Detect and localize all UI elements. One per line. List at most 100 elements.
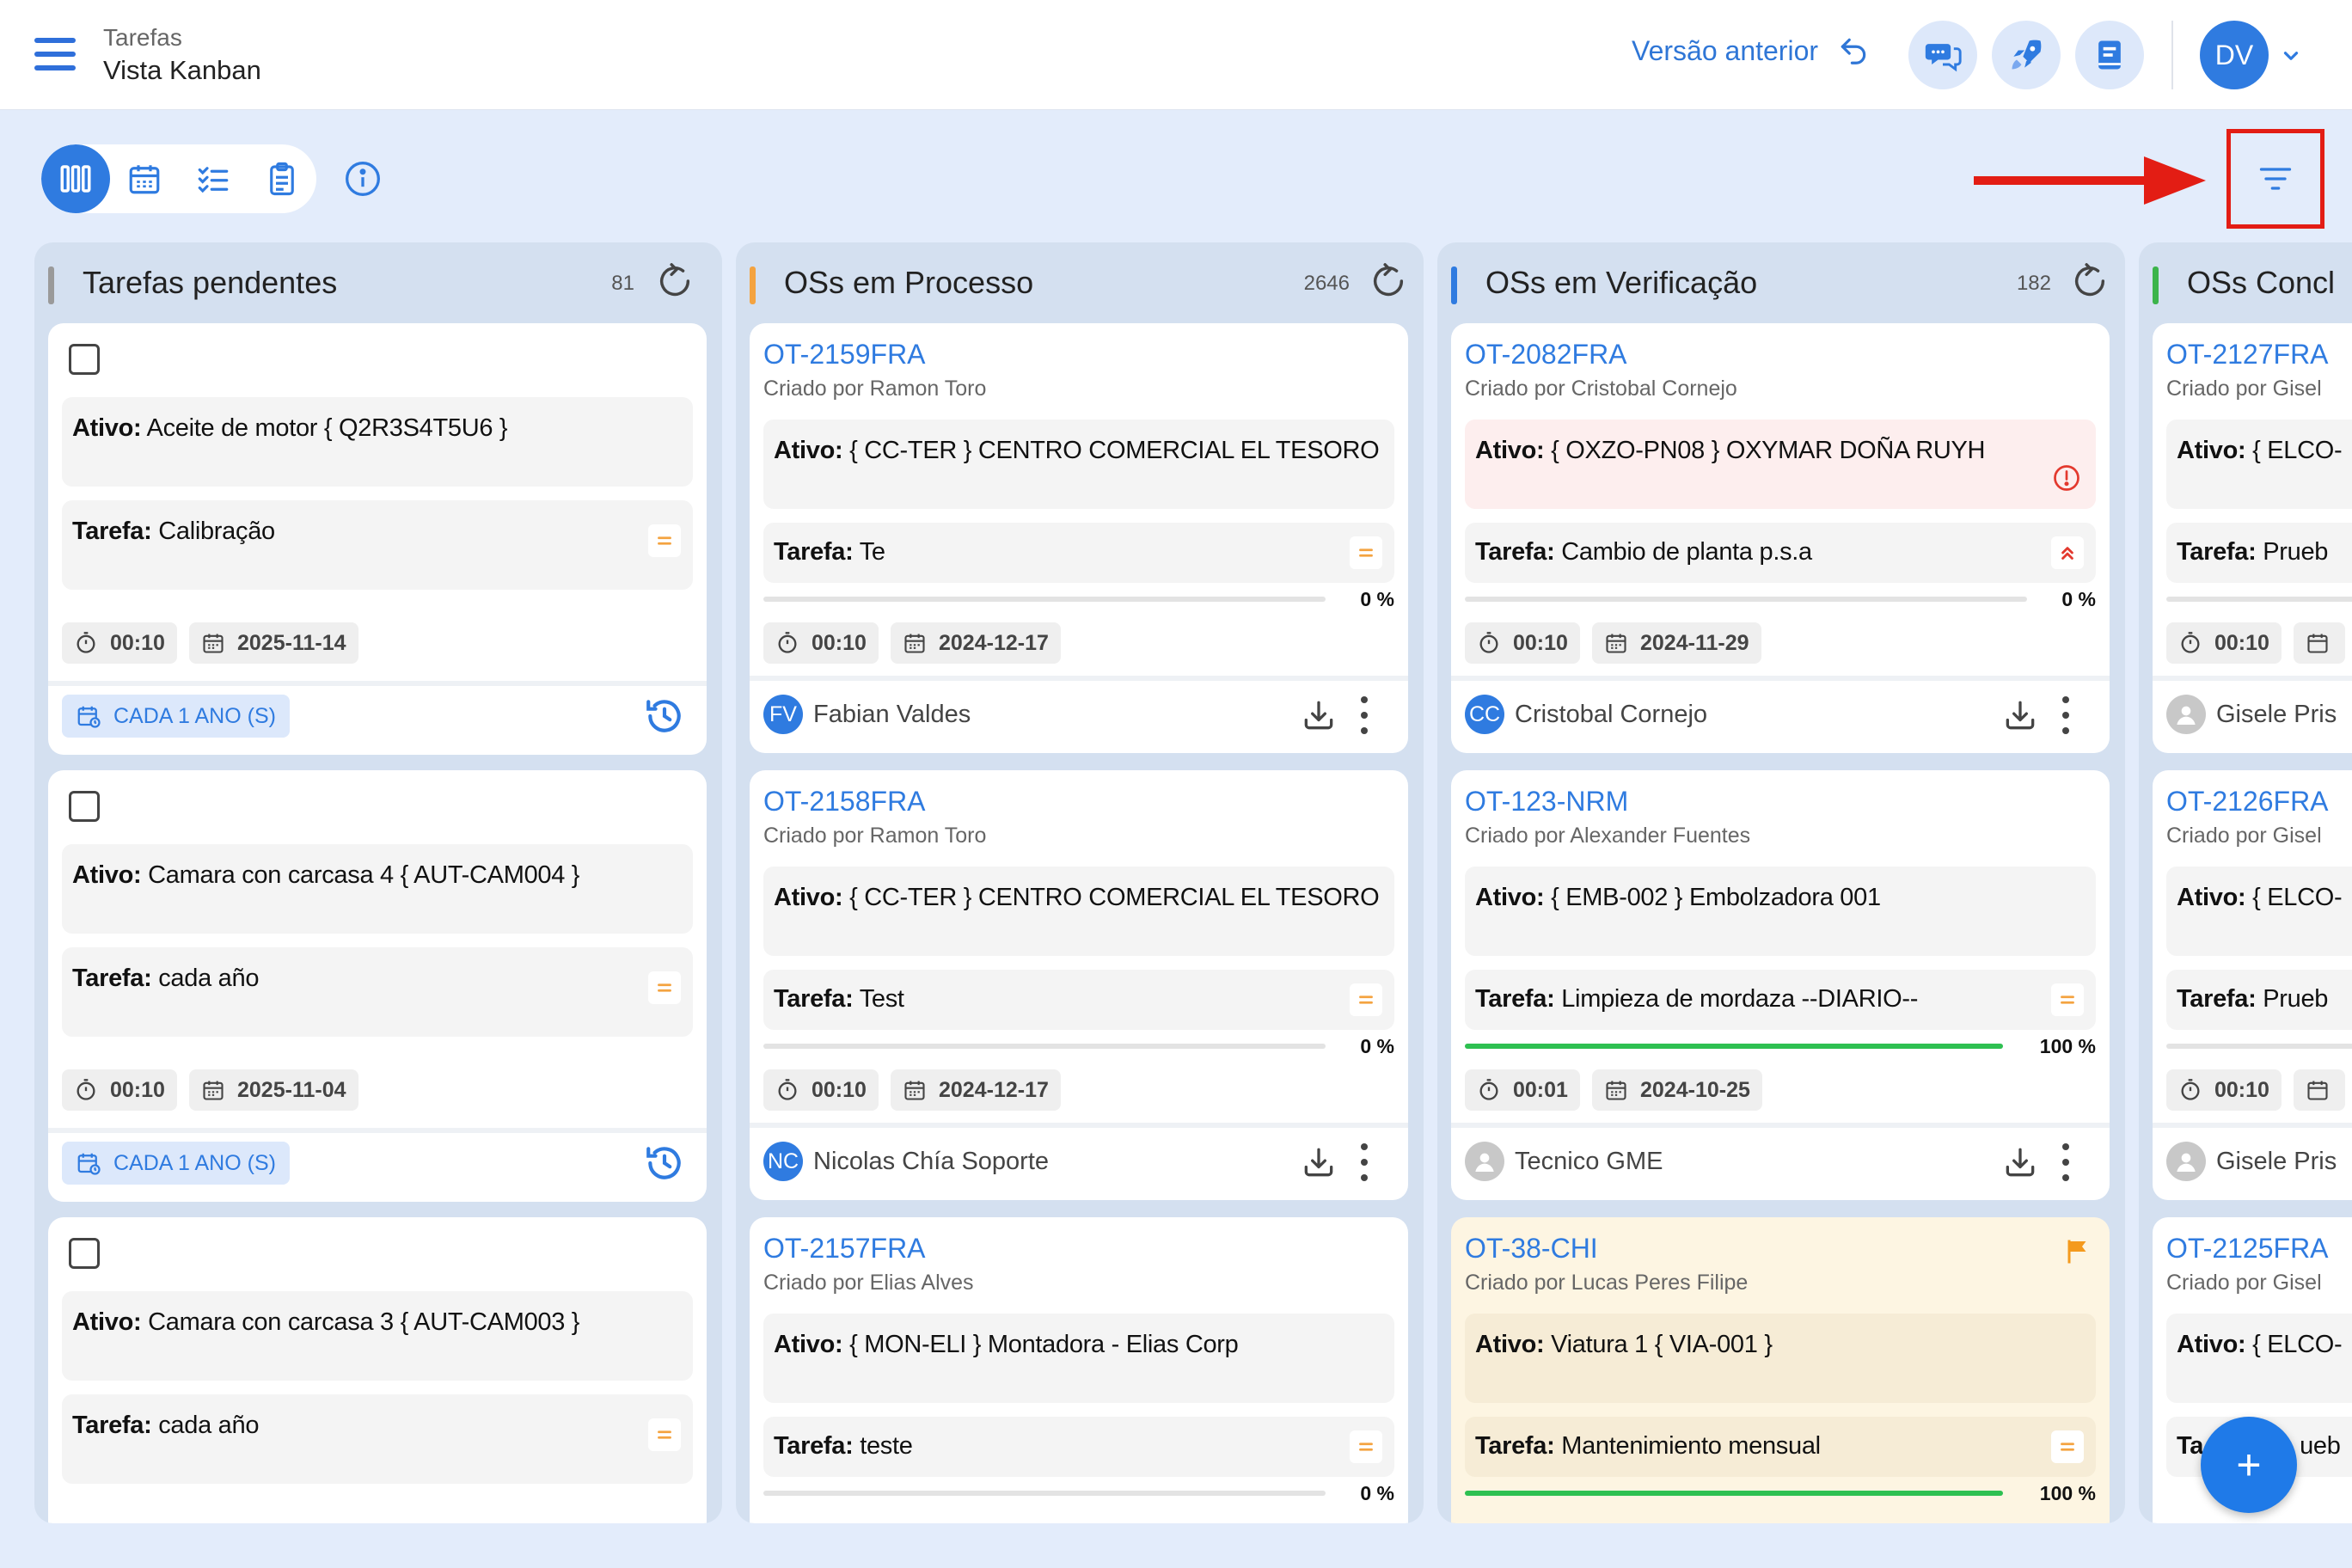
chevron-down-icon[interactable] [2280, 45, 2302, 67]
download-icon[interactable] [1300, 1143, 1338, 1181]
calendar-icon [1606, 634, 1626, 653]
work-order-card[interactable]: OT-2159FRA Criado por Ramon Toro Ativo: … [750, 323, 1408, 753]
documents-button[interactable] [2075, 21, 2144, 89]
work-order-card[interactable]: OT-2158FRA Criado por Ramon Toro Ativo: … [750, 770, 1408, 1200]
recurrence-badge[interactable]: CADA 1 ANO (S) [62, 695, 290, 738]
task-card[interactable]: Ativo: Camara con carcasa 3 { AUT-CAM003… [48, 1217, 707, 1523]
calendar-icon [904, 1081, 925, 1100]
stopwatch-icon [778, 1079, 797, 1100]
task-value: Te [859, 538, 885, 566]
stopwatch-icon [2181, 632, 2200, 653]
column-count: 182 [2016, 272, 2051, 295]
more-options-icon[interactable] [1358, 1143, 1370, 1181]
download-icon[interactable] [2001, 1143, 2039, 1181]
work-order-card[interactable]: OT-123-NRM Criado por Alexander Fuentes … [1451, 770, 2110, 1200]
asset-box: Ativo: Aceite de motor { Q2R3S4T5U6 } [62, 397, 693, 487]
asset-label: Ativo: [774, 884, 843, 911]
user-avatar[interactable]: DV [2200, 21, 2269, 89]
work-order-id[interactable]: OT-2158FRA [763, 786, 926, 818]
select-checkbox[interactable] [69, 344, 100, 375]
progress-fill [1465, 1044, 2003, 1049]
created-by: Criado por Gisel [2166, 377, 2322, 401]
date-chip: 2025-11-14 [189, 622, 358, 664]
work-order-id[interactable]: OT-2159FRA [763, 339, 926, 371]
work-order-card[interactable]: OT-2082FRA Criado por Cristobal Cornejo … [1451, 323, 2110, 753]
assignee: Gisele Pris [2166, 1142, 2337, 1181]
more-options-icon[interactable] [1358, 696, 1370, 734]
duration-chip: 00:10 [763, 622, 879, 664]
previous-version-button[interactable]: Versão anterior [1632, 34, 1870, 67]
column-pending-tasks: Tarefas pendentes 81 Ativo: Aceite de mo… [34, 242, 722, 1523]
work-order-card[interactable]: OT-2157FRA Criado por Elias Alves Ativo:… [750, 1217, 1408, 1523]
date-value: 2024-12-17 [939, 1077, 1049, 1102]
asset-value: { ELCO- [2252, 437, 2343, 464]
refresh-icon[interactable] [2070, 261, 2110, 301]
task-value: cada año [158, 965, 260, 992]
progress-bar [1465, 1491, 2003, 1496]
task-card[interactable]: Ativo: Aceite de motor { Q2R3S4T5U6 } Ta… [48, 323, 707, 755]
launch-button[interactable] [1992, 21, 2061, 89]
menu-icon[interactable] [34, 38, 76, 70]
priority-medium-icon [1350, 536, 1382, 569]
work-order-id[interactable]: OT-123-NRM [1465, 786, 1628, 818]
download-icon[interactable] [2001, 696, 2039, 734]
download-icon[interactable] [1300, 696, 1338, 734]
asset-value: { CC-TER } CENTRO COMERCIAL EL TESORO [849, 884, 1380, 911]
refresh-icon[interactable] [1369, 261, 1408, 301]
chat-support-button[interactable] [1908, 21, 1977, 89]
task-value: teste [860, 1432, 913, 1460]
select-checkbox[interactable] [69, 1238, 100, 1269]
select-checkbox[interactable] [69, 791, 100, 822]
priority-medium-icon [648, 1418, 681, 1451]
task-label: Tarefa: [2177, 538, 2257, 566]
history-icon[interactable] [643, 1142, 686, 1185]
work-order-card[interactable]: OT-38-CHI Criado por Lucas Peres Filipe … [1451, 1217, 2110, 1523]
created-by: Criado por Ramon Toro [763, 824, 987, 848]
add-button[interactable]: + [2201, 1417, 2297, 1513]
more-options-icon[interactable] [2060, 1143, 2072, 1181]
task-box: Tarefa: Cambio de planta p.s.a [1465, 523, 2096, 583]
flag-icon[interactable] [2061, 1236, 2092, 1267]
work-order-id[interactable]: OT-2082FRA [1465, 339, 1627, 371]
duration-value: 00:10 [812, 630, 867, 655]
task-label: Tarefa: [774, 538, 854, 566]
date-chip: 2024-12-17 [891, 622, 1061, 664]
date-value: 2024-10-25 [1640, 1077, 1750, 1102]
task-card[interactable]: Ativo: Camara con carcasa 4 { AUT-CAM004… [48, 770, 707, 1202]
calendar-icon [203, 634, 224, 653]
priority-medium-icon [2051, 1430, 2084, 1463]
assignee: NC Nicolas Chía Soporte [763, 1142, 1049, 1181]
work-order-card[interactable]: OT-2126FRA Criado por Gisel Ativo: { ELC… [2153, 770, 2352, 1200]
duration-chip: 00:10 [2166, 1069, 2282, 1111]
kanban-view-button[interactable] [41, 144, 110, 213]
column-concluded: OSs Concl OT-2127FRA Criado por Gisel At… [2139, 242, 2352, 1523]
work-order-id[interactable]: OT-2127FRA [2166, 339, 2329, 371]
more-options-icon[interactable] [2060, 696, 2072, 734]
progress-bar [1465, 597, 2027, 602]
filter-button[interactable] [2226, 129, 2324, 229]
assignee-name: Gisele Pris [2216, 700, 2337, 728]
list-view-button[interactable] [179, 144, 248, 213]
history-icon[interactable] [643, 695, 686, 738]
work-order-card[interactable]: OT-2127FRA Criado por Gisel Ativo: { ELC… [2153, 323, 2352, 753]
clipboard-view-button[interactable] [248, 144, 316, 213]
created-by: Criado por Lucas Peres Filipe [1465, 1271, 1749, 1295]
duration-chip: 00:10 [62, 622, 177, 664]
task-label: Tarefa: [72, 518, 152, 545]
work-order-id[interactable]: OT-38-CHI [1465, 1233, 1598, 1265]
calendar-view-button[interactable] [110, 144, 179, 213]
asset-label: Ativo: [774, 1331, 843, 1358]
task-box: Tarefa: Prueb [2166, 970, 2352, 1030]
work-order-id[interactable]: OT-2126FRA [2166, 786, 2329, 818]
task-value: Prueb [2263, 538, 2329, 566]
recurrence-badge[interactable]: CADA 1 ANO (S) [62, 1142, 290, 1185]
asset-value: Camara con carcasa 4 { AUT-CAM004 } [148, 861, 580, 889]
work-order-id[interactable]: OT-2125FRA [2166, 1233, 2329, 1265]
work-order-id[interactable]: OT-2157FRA [763, 1233, 926, 1265]
refresh-icon[interactable] [655, 261, 695, 301]
duration-value: 00:10 [1513, 630, 1568, 655]
info-icon[interactable] [344, 160, 382, 198]
task-box: Tarefa: Mantenimiento mensual [1465, 1417, 2096, 1477]
assignee: Tecnico GME [1465, 1142, 1663, 1181]
asset-box: Ativo: { OXZO-PN08 } OXYMAR DOÑA RUYH [1465, 420, 2096, 509]
